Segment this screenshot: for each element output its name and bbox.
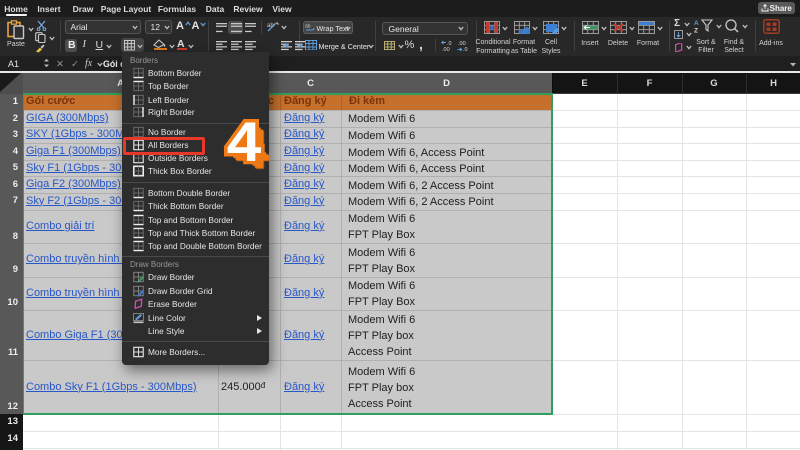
svg-text:Z: Z xyxy=(694,28,698,34)
svg-text:A: A xyxy=(694,20,699,27)
svg-text:ab: ab xyxy=(305,23,311,29)
svg-text:.00: .00 xyxy=(442,47,450,52)
svg-text:ab: ab xyxy=(267,23,274,29)
